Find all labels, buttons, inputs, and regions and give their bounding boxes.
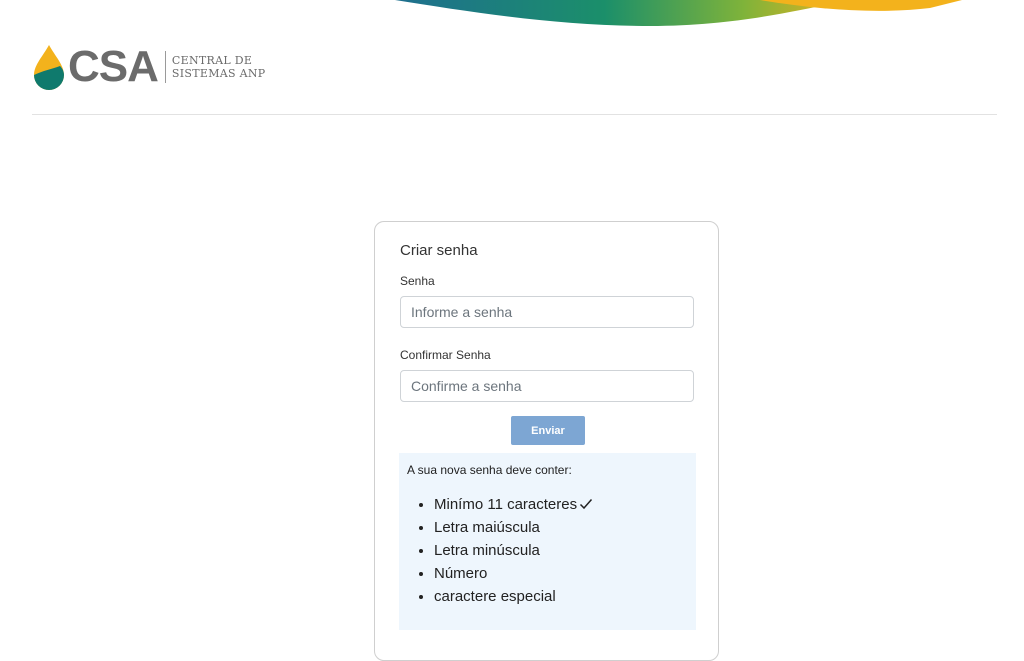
confirm-password-label: Confirmar Senha [400, 348, 491, 362]
requirement-label: caractere especial [434, 588, 556, 605]
requirements-heading: A sua nova senha deve conter: [407, 463, 572, 477]
header-wave-decoration [395, 0, 962, 26]
logo-wordmark: CSA [68, 42, 159, 91]
requirement-label: Minímo 11 caracteres [434, 496, 578, 513]
requirement-label: Letra minúscula [434, 542, 540, 559]
requirement-label: Letra maiúscula [434, 519, 540, 536]
csa-logo[interactable]: CSA CENTRAL DE SISTEMAS ANP [32, 42, 266, 92]
submit-button[interactable]: Enviar [511, 416, 585, 445]
confirm-password-input[interactable] [400, 370, 694, 402]
password-label: Senha [400, 274, 435, 288]
requirement-item-uppercase: Letra maiúscula [434, 516, 688, 539]
check-icon [580, 499, 593, 510]
drop-logo-icon [34, 45, 64, 90]
requirements-list: Minímo 11 caracteres Letra maiúscula Let… [407, 493, 688, 608]
logo-divider [164, 51, 166, 83]
requirement-item-lowercase: Letra minúscula [434, 539, 688, 562]
logo-subtitle-line-1: CENTRAL DE [171, 54, 253, 67]
card-title: Criar senha [400, 242, 478, 259]
create-password-card: Criar senha Senha Confirmar Senha Enviar… [374, 221, 719, 661]
password-requirements-panel: A sua nova senha deve conter: Minímo 11 … [399, 453, 696, 630]
logo-subtitle: CENTRAL DE SISTEMAS ANP [172, 54, 266, 80]
requirement-item-min-length: Minímo 11 caracteres [434, 493, 688, 516]
requirement-item-number: Número [434, 562, 688, 585]
logo-subtitle-line-2: SISTEMAS ANP [171, 67, 266, 80]
page-header: CSA CENTRAL DE SISTEMAS ANP [32, 42, 997, 115]
requirement-item-special-char: caractere especial [434, 585, 688, 608]
password-input[interactable] [400, 296, 694, 328]
requirement-label: Número [434, 565, 488, 582]
